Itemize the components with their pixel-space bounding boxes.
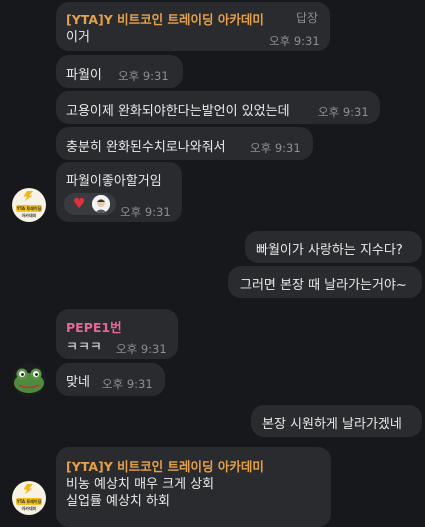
message-time: 오후 9:31 [318,105,369,119]
avatar-label: YTA 트레이딩 아카데미 [16,206,42,218]
message-time: 오후 9:31 [120,205,171,219]
bolt-icon [23,484,33,494]
message-text: 맞네 [66,375,90,390]
bolt-icon [23,191,33,201]
message-text: 파월이 [66,68,102,83]
heart-icon[interactable]: ♥ [73,196,86,212]
message-text: 빠월이가 사랑하는 지수다? [256,243,403,258]
sender-name[interactable]: [YTA]Y 비트코인 트레이딩 아카데미 [66,9,264,28]
avatar[interactable] [12,363,46,397]
message-text: 이거 [66,30,90,45]
message-time: 오후 9:31 [118,69,169,83]
sender-name[interactable]: PEPE1번 [66,317,122,336]
message-text: 충분히 완화된수치로나와줘서 [66,140,226,155]
message-text: 실업률 예상치 하회 [66,494,170,509]
message-text: 본장 시원하게 날라가겠네 [262,417,402,432]
avatar[interactable]: YTA 트레이딩 아카데미 [12,481,46,515]
frog-icon [14,368,44,393]
message-text: 고용이제 완화되야한다는발언이 있었는데 [66,104,290,119]
message-time: 오후 9:31 [116,342,167,356]
reactor-avatar [92,195,110,213]
message-time: 오후 9:31 [269,34,320,48]
reply-button[interactable]: 답장 [296,9,318,26]
avatar[interactable]: YTA 트레이딩 아카데미 [12,188,46,222]
message-time: 오후 9:31 [250,141,301,155]
reactions[interactable]: ♥ [64,193,116,215]
avatar-label: YTA 트레이딩 아카데미 [16,499,42,511]
message-text: 그러면 본장 때 날라가는거야~ [240,278,407,293]
message-text: ㅋㅋㅋ [66,340,102,355]
message-text: 파월이좋아할거임 [66,174,162,189]
message-time: 오후 9:31 [102,377,153,391]
